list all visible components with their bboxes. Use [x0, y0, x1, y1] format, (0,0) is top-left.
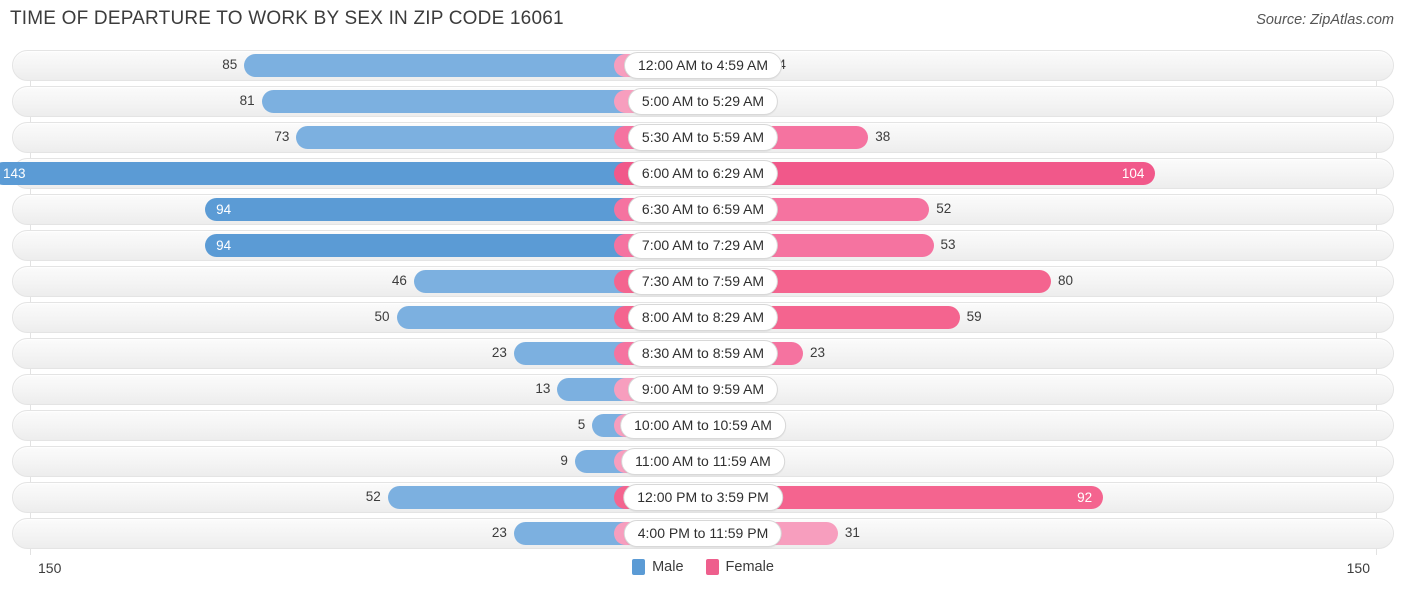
- chart-legend: Male Female: [0, 559, 1406, 575]
- category-label: 6:00 AM to 6:29 AM: [627, 160, 779, 187]
- bar-value-female: 53: [940, 237, 956, 252]
- plot-area: 851412:00 AM to 4:59 AM8195:00 AM to 5:2…: [0, 50, 1406, 555]
- category-label: 8:30 AM to 8:59 AM: [627, 340, 779, 367]
- category-label: 9:00 AM to 9:59 AM: [627, 376, 779, 403]
- bar-value-male: 9: [560, 453, 568, 468]
- bar-value-male: 81: [239, 93, 255, 108]
- category-label: 4:00 PM to 11:59 PM: [623, 520, 783, 547]
- legend-label: Male: [652, 559, 684, 575]
- table-row: 1399:00 AM to 9:59 AM: [0, 374, 1406, 405]
- table-row: 52 92 12:00 PM to 3:59 PM: [0, 482, 1406, 513]
- bar-value-female: 38: [875, 129, 891, 144]
- category-label: 5:00 AM to 5:29 AM: [627, 88, 779, 115]
- category-label: 7:30 AM to 7:59 AM: [627, 268, 779, 295]
- bar-value-male: 52: [365, 489, 381, 504]
- chart-container: TIME OF DEPARTURE TO WORK BY SEX IN ZIP …: [0, 0, 1406, 594]
- page-title: TIME OF DEPARTURE TO WORK BY SEX IN ZIP …: [10, 8, 564, 29]
- bar-value-male: 46: [391, 273, 407, 288]
- table-row: 94 52 6:30 AM to 6:59 AM: [0, 194, 1406, 225]
- table-row: 9611:00 AM to 11:59 AM: [0, 446, 1406, 477]
- table-row: 50 59 8:00 AM to 8:29 AM: [0, 302, 1406, 333]
- table-row: 94 53 7:00 AM to 7:29 AM: [0, 230, 1406, 261]
- category-label: 5:30 AM to 5:59 AM: [627, 124, 779, 151]
- legend-label: Female: [725, 559, 774, 575]
- legend-swatch-icon: [705, 559, 719, 575]
- bar-value-female: 52: [936, 201, 952, 216]
- bar-value-male: 73: [274, 129, 290, 144]
- bar-value-male: 23: [491, 525, 507, 540]
- bar-value-female: 104: [1121, 166, 1145, 181]
- bar-value-male: 94: [216, 238, 232, 253]
- bar-value-male: 50: [374, 309, 390, 324]
- category-label: 7:00 AM to 7:29 AM: [627, 232, 779, 259]
- table-row: 143 104 6:00 AM to 6:29 AM: [0, 158, 1406, 189]
- bar-value-female: 23: [810, 345, 826, 360]
- table-row: 23 23 8:30 AM to 8:59 AM: [0, 338, 1406, 369]
- table-row: 51210:00 AM to 10:59 AM: [0, 410, 1406, 441]
- legend-item-female[interactable]: Female: [705, 559, 774, 575]
- bar-rows: 851412:00 AM to 4:59 AM8195:00 AM to 5:2…: [0, 50, 1406, 554]
- source-attribution: Source: ZipAtlas.com: [1256, 12, 1394, 28]
- category-label: 12:00 AM to 4:59 AM: [624, 52, 782, 79]
- bar-male: 143: [0, 162, 703, 185]
- category-label: 11:00 AM to 11:59 AM: [621, 448, 785, 475]
- bar-value-female: 92: [1077, 490, 1093, 505]
- bar-value-female: 59: [966, 309, 982, 324]
- bar-value-male: 23: [491, 345, 507, 360]
- table-row: 46 80 7:30 AM to 7:59 AM: [0, 266, 1406, 297]
- bar-value-male: 94: [216, 202, 232, 217]
- category-label: 8:00 AM to 8:29 AM: [627, 304, 779, 331]
- legend-item-male[interactable]: Male: [632, 559, 684, 575]
- table-row: 851412:00 AM to 4:59 AM: [0, 50, 1406, 81]
- bar-value-male: 143: [2, 166, 26, 181]
- bar-value-male: 85: [222, 57, 238, 72]
- bar-value-female: 80: [1058, 273, 1074, 288]
- bar-value-male: 13: [535, 381, 551, 396]
- category-label: 12:00 PM to 3:59 PM: [623, 484, 783, 511]
- bar-value-female: 31: [844, 525, 860, 540]
- category-label: 6:30 AM to 6:59 AM: [627, 196, 779, 223]
- legend-swatch-icon: [632, 559, 646, 575]
- bar-value-male: 5: [577, 417, 586, 432]
- table-row: 23 31 4:00 PM to 11:59 PM: [0, 518, 1406, 549]
- category-label: 10:00 AM to 10:59 AM: [620, 412, 786, 439]
- table-row: 73 38 5:30 AM to 5:59 AM: [0, 122, 1406, 153]
- table-row: 8195:00 AM to 5:29 AM: [0, 86, 1406, 117]
